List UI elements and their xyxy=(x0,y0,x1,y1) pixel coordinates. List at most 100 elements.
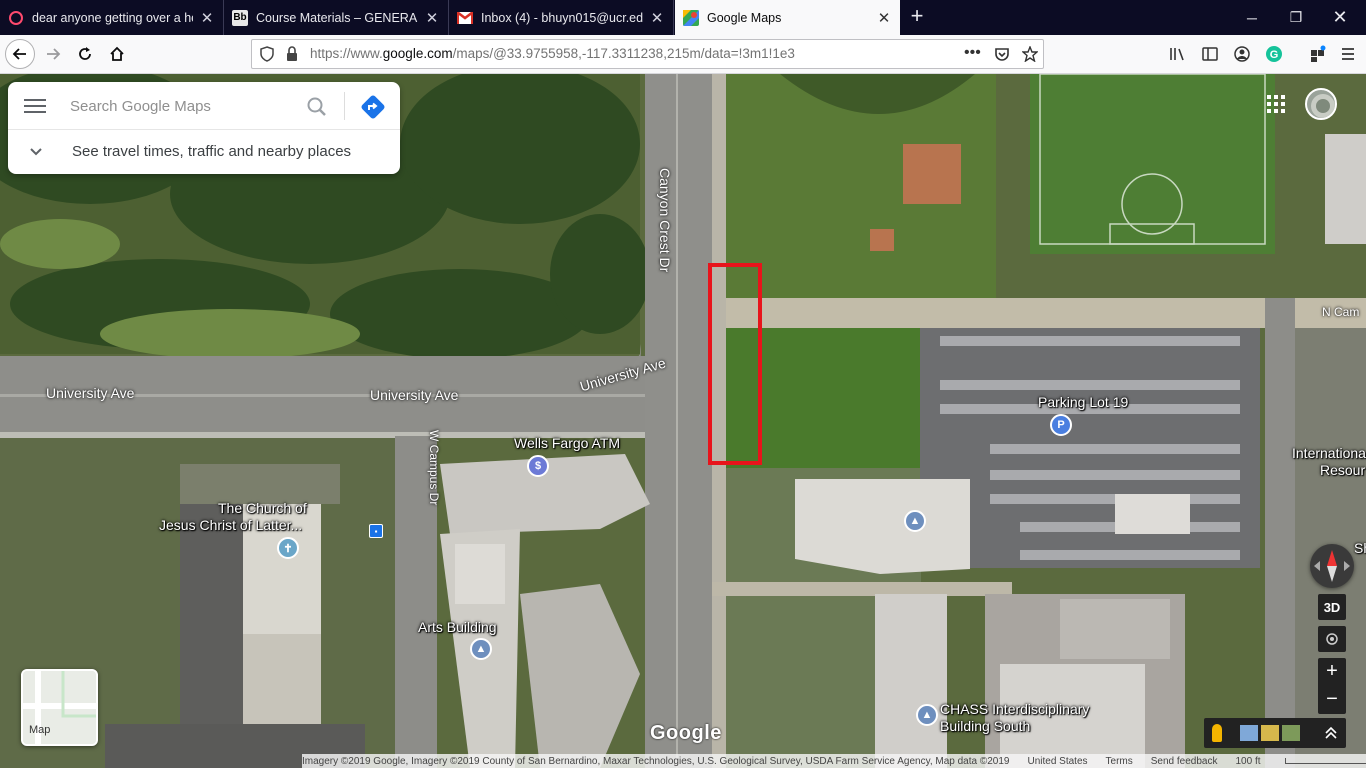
google-maps-icon xyxy=(683,9,699,26)
tab-reddit[interactable]: dear anyone getting over a hea ✕ xyxy=(0,0,224,35)
arrow-left-icon xyxy=(12,48,26,60)
terms-link[interactable]: Terms xyxy=(1106,756,1133,767)
school-marker-icon[interactable]: ▲ xyxy=(916,704,938,726)
library-button[interactable] xyxy=(1164,39,1192,69)
url-domain: google.com xyxy=(382,46,453,61)
tab-course-materials[interactable]: Bb Course Materials – GENERAL PI ✕ xyxy=(224,0,449,35)
minimize-window-button[interactable]: ─ xyxy=(1230,0,1274,35)
attribution-text: Imagery ©2019 Google, Imagery ©2019 Coun… xyxy=(302,755,1010,767)
place-label-chass-line1[interactable]: CHASS Interdisciplinary xyxy=(940,701,1089,717)
blackboard-icon: Bb xyxy=(232,9,248,26)
compass-control[interactable] xyxy=(1310,544,1354,588)
place-label-church-line1[interactable]: The Church of xyxy=(218,500,307,516)
google-apps-icon[interactable] xyxy=(1266,94,1286,114)
place-label-wells-fargo[interactable]: Wells Fargo ATM xyxy=(514,435,620,451)
url-text[interactable]: https://www.google.com/maps/@33.9755958,… xyxy=(310,46,795,61)
bank-marker-icon[interactable]: $ xyxy=(527,455,549,477)
browser-navigation-bar: https://www.google.com/maps/@33.9755958,… xyxy=(0,35,1366,74)
travel-info-row[interactable]: See travel times, traffic and nearby pla… xyxy=(8,130,400,174)
pegman-icon[interactable] xyxy=(1212,724,1222,742)
layer-label: Map xyxy=(29,724,51,736)
parking-marker-icon[interactable]: P xyxy=(1050,414,1072,436)
street-label-n-campus: N Cam xyxy=(1322,305,1360,319)
street-label-university-ave: University Ave xyxy=(46,385,135,401)
chevron-down-icon[interactable] xyxy=(28,144,44,160)
directions-icon[interactable] xyxy=(360,94,386,120)
country-link[interactable]: United States xyxy=(1027,756,1087,767)
chevron-up-icon[interactable] xyxy=(1324,726,1338,740)
zoom-out-button[interactable]: − xyxy=(1318,686,1346,714)
scale-label: 100 ft xyxy=(1235,755,1261,767)
bus-stop-icon[interactable]: ▪ xyxy=(369,524,383,538)
place-label-arts-building[interactable]: Arts Building xyxy=(418,619,497,635)
3d-toggle-button[interactable]: 3D xyxy=(1318,594,1346,620)
pocket-icon[interactable] xyxy=(994,46,1010,62)
tab-inbox[interactable]: Inbox (4) - bhuyn015@ucr.edu ✕ xyxy=(449,0,674,35)
svg-text:G: G xyxy=(1270,49,1279,61)
search-row xyxy=(8,82,400,130)
satellite-imagery xyxy=(0,74,1366,768)
place-label-parking-lot-19[interactable]: Parking Lot 19 xyxy=(1038,394,1128,410)
shield-icon[interactable] xyxy=(259,46,275,62)
reload-icon xyxy=(79,47,91,60)
reload-button[interactable] xyxy=(70,39,100,69)
school-marker-icon[interactable]: ▲ xyxy=(470,638,492,660)
lock-icon[interactable] xyxy=(285,46,299,62)
search-input[interactable] xyxy=(70,94,300,118)
search-icon[interactable] xyxy=(304,94,330,120)
close-tab-icon[interactable]: ✕ xyxy=(876,9,892,27)
tab-title: Course Materials – GENERAL PI xyxy=(256,10,418,25)
sidebar-icon xyxy=(1202,47,1218,61)
grammarly-icon: G xyxy=(1266,46,1282,62)
close-tab-icon[interactable]: ✕ xyxy=(649,9,665,27)
send-feedback-link[interactable]: Send feedback xyxy=(1151,756,1218,767)
sidebar-button[interactable] xyxy=(1196,39,1224,69)
place-label-international-line2[interactable]: Resour xyxy=(1320,462,1365,478)
scale-control[interactable]: 100 ft xyxy=(1235,756,1366,767)
compass-icon xyxy=(1314,550,1350,582)
url-prefix: https://www. xyxy=(310,46,383,61)
library-icon xyxy=(1170,48,1184,61)
school-marker-icon[interactable]: ▲ xyxy=(904,510,926,532)
main-menu-button[interactable] xyxy=(22,96,48,116)
page-actions-icon[interactable]: ••• xyxy=(964,44,981,62)
new-tab-button[interactable]: + xyxy=(904,4,930,30)
back-button[interactable] xyxy=(5,39,35,69)
gmail-icon xyxy=(457,10,473,26)
zoom-control: + − xyxy=(1318,658,1346,714)
account-button[interactable] xyxy=(1228,39,1256,69)
bookmark-star-icon[interactable] xyxy=(1022,46,1038,62)
grammarly-button[interactable]: G xyxy=(1260,39,1288,69)
scale-bar xyxy=(1284,757,1366,764)
imagery-thumbnails-icon[interactable] xyxy=(1240,725,1300,741)
map-canvas[interactable]: University Ave University Ave University… xyxy=(0,74,1366,768)
place-label-church-line2[interactable]: Jesus Christ of Latter... xyxy=(159,517,302,533)
travel-info-text: See travel times, traffic and nearby pla… xyxy=(72,143,352,160)
map-layer-toggle[interactable]: Map xyxy=(21,669,98,746)
place-label-chass-line2[interactable]: Building South xyxy=(940,718,1030,734)
restore-window-button[interactable]: ❐ xyxy=(1274,0,1318,35)
location-icon xyxy=(1326,633,1338,645)
tab-title: Google Maps xyxy=(707,10,782,25)
forward-button[interactable] xyxy=(38,39,68,69)
tab-title: Inbox (4) - bhuyn015@ucr.edu xyxy=(481,10,643,25)
close-tab-icon[interactable]: ✕ xyxy=(199,9,215,27)
extensions-button[interactable] xyxy=(1304,39,1332,69)
my-location-button[interactable] xyxy=(1318,626,1346,652)
zoom-in-button[interactable]: + xyxy=(1318,658,1346,686)
url-path: /maps/@33.9755958,-117.3311238,215m/data… xyxy=(452,46,795,61)
google-logo: Google xyxy=(650,722,722,744)
menu-button[interactable] xyxy=(1334,39,1362,69)
church-marker-icon[interactable]: ✝ xyxy=(277,537,299,559)
tab-google-maps[interactable]: Google Maps ✕ xyxy=(675,0,900,35)
close-window-button[interactable]: ✕ xyxy=(1318,0,1362,35)
place-label-edge[interactable]: Sh xyxy=(1354,540,1366,556)
address-bar[interactable]: https://www.google.com/maps/@33.9755958,… xyxy=(251,39,1044,69)
account-avatar[interactable] xyxy=(1305,88,1337,120)
close-tab-icon[interactable]: ✕ xyxy=(424,9,440,27)
separator xyxy=(344,92,345,120)
arrow-right-icon xyxy=(47,48,61,60)
home-icon xyxy=(110,46,124,61)
home-button[interactable] xyxy=(102,39,132,69)
place-label-international-line1[interactable]: Internationa xyxy=(1292,445,1366,461)
